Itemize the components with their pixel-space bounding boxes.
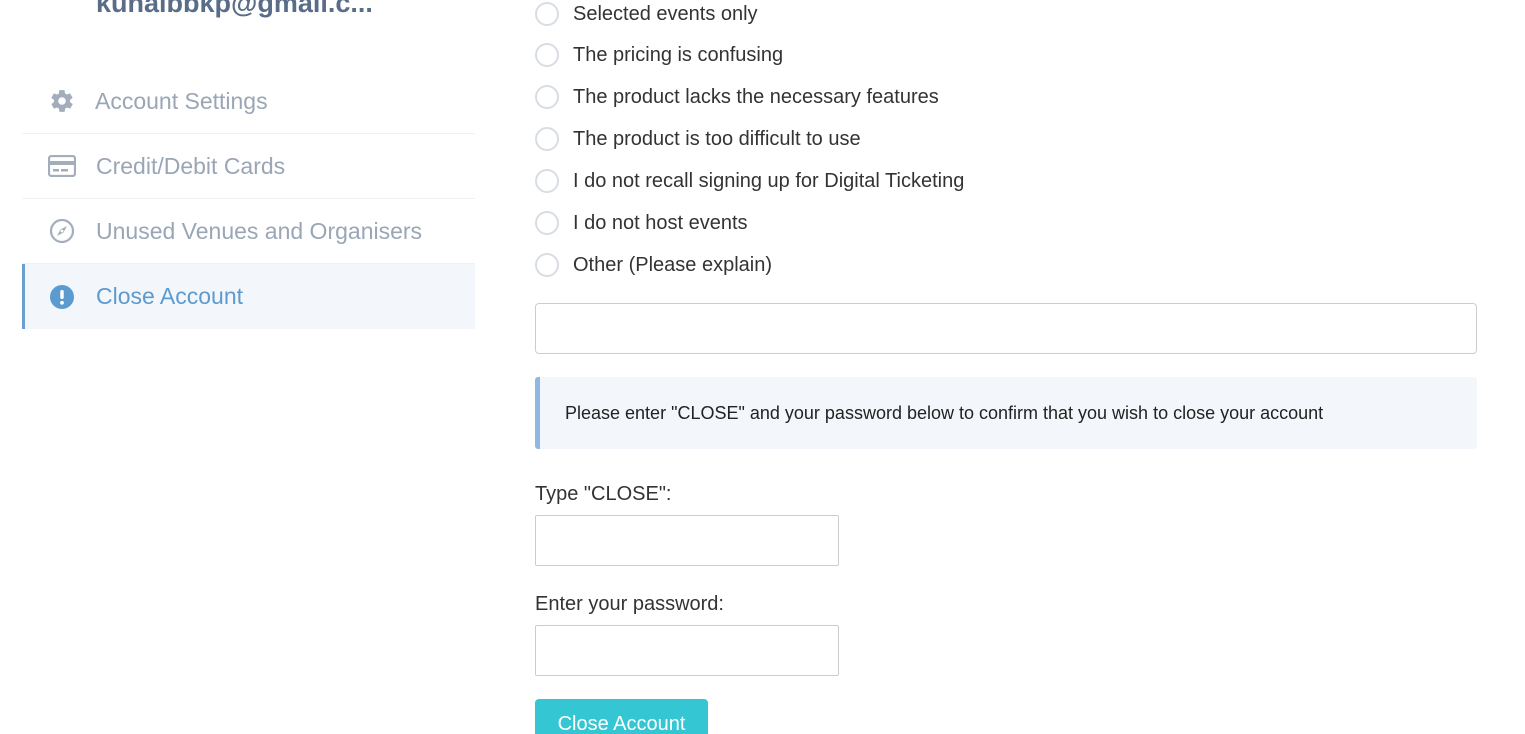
user-email: kunalbbkp@gmail.c... (96, 0, 373, 18)
sidebar-item-close-account[interactable]: Close Account (22, 264, 475, 329)
confirm-notice-text: Please enter "CLOSE" and your password b… (565, 402, 1324, 423)
radio-button[interactable] (535, 43, 559, 67)
radio-button[interactable] (535, 2, 559, 26)
reason-label: Other (Please explain) (573, 253, 772, 276)
account-sidebar-nav: Account Settings Credit/Debit Cards Unus… (22, 69, 475, 329)
password-input[interactable] (535, 625, 839, 676)
reason-label: The product is too difficult to use (573, 127, 861, 150)
reason-label: The product lacks the necessary features (573, 85, 939, 108)
password-label: Enter your password: (535, 593, 724, 615)
reason-option[interactable]: The pricing is confusing (535, 41, 783, 69)
reason-option[interactable]: The product lacks the necessary features (535, 83, 939, 111)
reason-label: The pricing is confusing (573, 43, 784, 66)
reason-label: I do not host events (573, 211, 748, 234)
reason-option[interactable]: Other (Please explain) (535, 251, 772, 279)
sidebar-item-label: Close Account (96, 283, 244, 309)
sidebar-item-label: Credit/Debit Cards (96, 152, 286, 179)
compass-icon (48, 217, 76, 245)
reason-option[interactable]: I do not host events (535, 209, 748, 237)
reason-label: I do not recall signing up for Digital T… (573, 169, 965, 192)
radio-button[interactable] (535, 169, 559, 193)
other-reason-input[interactable] (535, 303, 1477, 354)
sidebar-item-credit-debit-cards[interactable]: Credit/Debit Cards (22, 134, 475, 199)
gear-icon (48, 87, 76, 115)
exclamation-circle-icon (48, 283, 76, 311)
credit-card-icon (48, 152, 76, 180)
radio-button[interactable] (535, 85, 559, 109)
sidebar-item-label: Unused Venues and Organisers (96, 217, 423, 244)
radio-button[interactable] (535, 127, 559, 151)
sidebar-item-unused-venues[interactable]: Unused Venues and Organisers (22, 199, 475, 264)
reason-label: Selected events only (573, 2, 758, 25)
close-account-button[interactable]: Close Account (535, 699, 708, 734)
reason-option[interactable]: Selected events only (535, 0, 758, 28)
radio-button[interactable] (535, 253, 559, 277)
radio-button[interactable] (535, 211, 559, 235)
reason-option[interactable]: I do not recall signing up for Digital T… (535, 167, 964, 195)
sidebar-item-label: Account Settings (95, 87, 268, 114)
close-account-page: kunalbbkp@gmail.c... Account Settings Cr… (0, 0, 1525, 734)
confirm-notice: Please enter "CLOSE" and your password b… (535, 377, 1477, 449)
reason-option[interactable]: The product is too difficult to use (535, 125, 861, 153)
type-close-input[interactable] (535, 515, 839, 566)
sidebar-item-account-settings[interactable]: Account Settings (22, 69, 475, 134)
type-close-label: Type "CLOSE": (535, 483, 672, 505)
